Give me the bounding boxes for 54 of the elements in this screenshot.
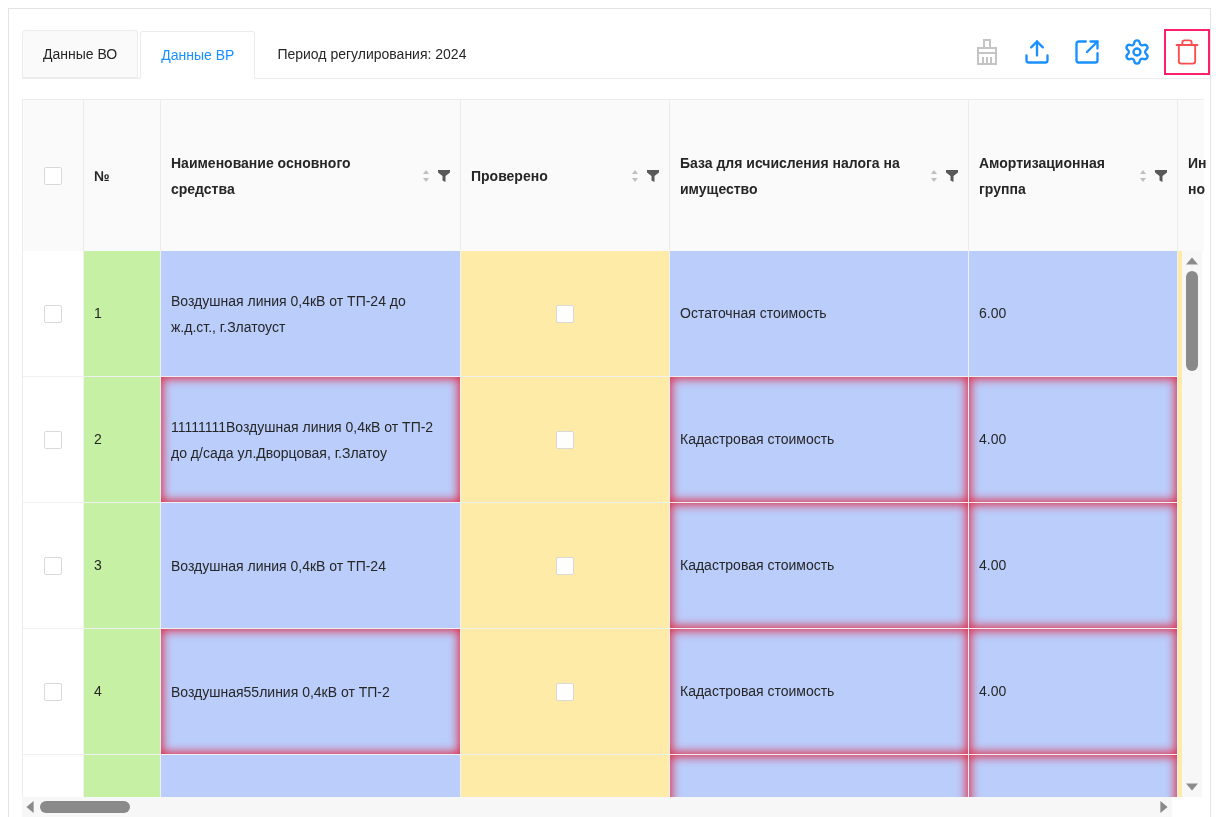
filter-icon[interactable] [647,169,659,182]
name-cell: Воздушная линия 0,4кВ от ТП-24 до ж.д.ст., г.Златоуст [161,251,461,377]
tax-base-cell: Кадастровая стоимость [670,503,969,629]
tab[interactable]: Данные ВО [22,30,139,78]
column-header: Амортизационная группа [979,153,1106,199]
filter-icon[interactable] [946,169,958,182]
column-header: № [94,166,111,186]
checked-checkbox[interactable] [556,556,574,575]
scroll-up-icon[interactable] [1186,257,1198,265]
scroll-right-icon[interactable] [1160,801,1168,813]
upload-icon [1023,38,1051,66]
scrollbar-thumb[interactable] [1186,271,1198,371]
scroll-left-icon[interactable] [26,801,34,813]
number-cell: 4 [84,629,161,755]
number-cell: 2 [84,377,161,503]
checked-checkbox[interactable] [556,430,574,449]
checked-checkbox[interactable] [556,682,574,701]
depreciation-group-cell: 4.00 [969,377,1178,503]
column-header: Наименование основного средства [171,153,352,199]
sort-icon[interactable] [930,168,938,183]
period-label: Период регулирования: 2024 [276,44,468,64]
tax-base-cell: Кадастровая стоимость [670,629,969,755]
row-checkbox[interactable] [44,556,62,575]
toolbar-button[interactable] [1164,29,1210,75]
name-cell: 11111111Воздушная линия 0,4кВ от ТП-2 до д/сада ул.Дворцовая, г.Златоу [161,377,461,503]
number-cell: 1 [84,251,161,377]
filter-icon[interactable] [438,169,450,182]
column-header: Ин но [1188,153,1207,199]
vertical-scrollbar[interactable] [1182,251,1202,797]
number-cell: 3 [84,503,161,629]
row-checkbox[interactable] [44,304,62,323]
scrollbar-thumb[interactable] [40,801,130,813]
depreciation-group-cell: 4.00 [969,629,1178,755]
scroll-down-icon[interactable] [1186,783,1198,791]
checked-checkbox[interactable] [556,304,574,323]
tax-base-cell: Кадастровая стоимость [670,377,969,503]
settings-icon [1123,38,1151,66]
tax-base-cell: Остаточная стоимость [670,251,969,377]
column-header: База для исчисления налога на имущество [680,153,901,199]
horizontal-scrollbar[interactable] [22,797,1172,817]
select-all-checkbox[interactable] [44,166,62,185]
depreciation-group-cell: 6.00 [969,251,1178,377]
sort-icon[interactable] [422,168,430,183]
external-link-icon [1073,38,1101,66]
name-cell: Воздушная55линия 0,4кВ от ТП-2 [161,629,461,755]
depreciation-group-cell: 4.00 [969,503,1178,629]
filter-icon[interactable] [1155,169,1167,182]
row-checkbox[interactable] [44,430,62,449]
sort-icon[interactable] [1139,168,1147,183]
sort-icon[interactable] [631,168,639,183]
name-cell: Воздушная линия 0,4кВ от ТП-24 [161,503,461,629]
column-header: Проверено [471,166,549,186]
trash-icon [1173,38,1201,66]
row-checkbox[interactable] [44,682,62,701]
